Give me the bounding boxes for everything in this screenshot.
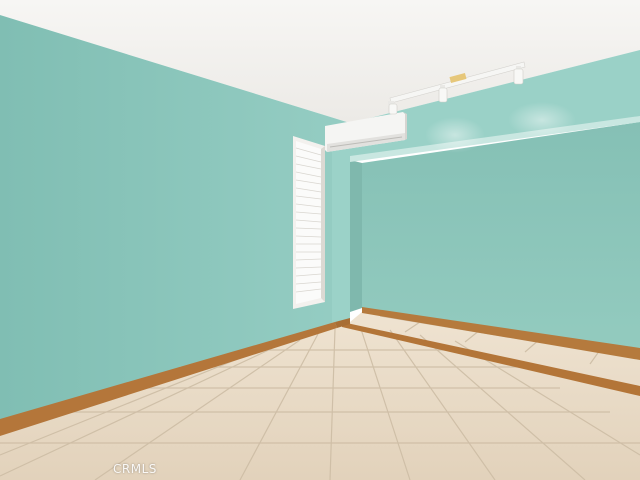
- room-photo: CRMLS: [0, 0, 640, 480]
- alcove-side-wall: [350, 160, 362, 312]
- window-blinds: [293, 136, 325, 309]
- room-scene: [0, 0, 640, 480]
- wall-pillar: [332, 123, 350, 328]
- watermark: CRMLS: [113, 462, 157, 476]
